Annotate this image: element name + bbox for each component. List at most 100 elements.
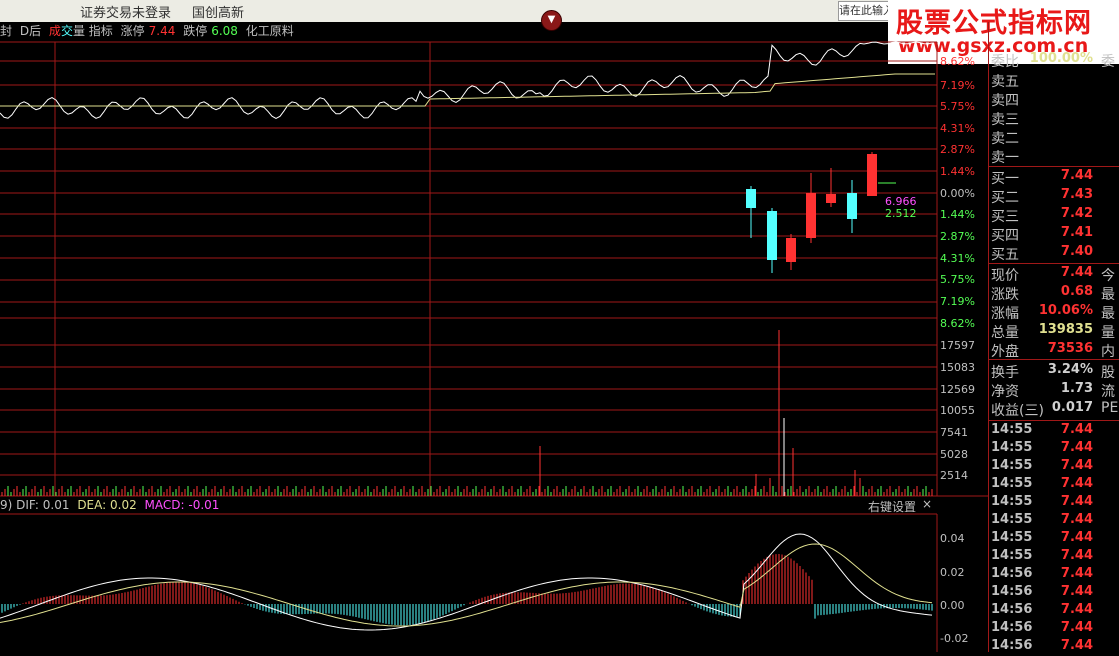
right-click-settings[interactable]: 右键设置 xyxy=(868,498,916,515)
tick-time: 14:55 xyxy=(991,422,1033,437)
buy-row[interactable]: 买一 7.44 xyxy=(989,168,1119,187)
sell-label: 卖二 xyxy=(991,131,1019,147)
buy-price: 7.44 xyxy=(1060,168,1093,183)
close-icon[interactable]: × xyxy=(922,497,932,511)
tick-price: 7.44 xyxy=(1060,458,1093,473)
tick-time: 14:55 xyxy=(991,548,1033,563)
candle-low-label: 2.512 xyxy=(885,207,917,220)
vol-axis-label: 17597 xyxy=(940,339,975,352)
sell-label: 卖三 xyxy=(991,112,1019,128)
tick-time: 14:56 xyxy=(991,602,1033,617)
vol-axis-label: 15083 xyxy=(940,361,975,374)
stat-label: 总量 xyxy=(991,325,1019,341)
sell-row[interactable]: 卖五 xyxy=(989,71,1119,90)
tick-time: 14:56 xyxy=(991,566,1033,581)
tick-price: 7.44 xyxy=(1060,422,1093,437)
macd-axis-label: 0.02 xyxy=(940,566,965,579)
vol-axis-label: 7541 xyxy=(940,426,968,439)
tick-price: 7.44 xyxy=(1060,548,1093,563)
macd-prefix: 9) xyxy=(0,498,13,512)
macd-legend: 9) DIF: 0.01 DEA: 0.02 MACD: -0.01 xyxy=(0,498,219,512)
stat-value: 10.06% xyxy=(1038,303,1093,318)
stat-label: 涨幅 xyxy=(991,306,1019,322)
pct-axis-label: 7.19% xyxy=(940,79,975,92)
tick-price: 7.44 xyxy=(1060,602,1093,617)
pct-axis-label: 1.44% xyxy=(940,208,975,221)
vol-axis-label: 5028 xyxy=(940,448,968,461)
stat-value: 73536 xyxy=(1047,341,1093,356)
stat-value: 1.73 xyxy=(1060,381,1093,396)
stat-value: 0.017 xyxy=(1051,400,1093,415)
buy-row[interactable]: 买四 7.41 xyxy=(989,225,1119,244)
tick-row[interactable]: 14:56 7.44 xyxy=(989,638,1119,656)
buy-label: 买三 xyxy=(991,209,1019,225)
tick-time: 14:55 xyxy=(991,440,1033,455)
stat-label: 净资 xyxy=(991,384,1019,400)
tick-row[interactable]: 14:55 7.44 xyxy=(989,440,1119,458)
tick-row[interactable]: 14:56 7.44 xyxy=(989,620,1119,638)
stat-end: 量 xyxy=(1101,325,1115,341)
buy-label: 买四 xyxy=(991,228,1019,244)
tick-row[interactable]: 14:55 7.44 xyxy=(989,530,1119,548)
stat-end: 今 xyxy=(1101,268,1115,284)
buy-row[interactable]: 买二 7.43 xyxy=(989,187,1119,206)
tick-row[interactable]: 14:56 7.44 xyxy=(989,584,1119,602)
tick-price: 7.44 xyxy=(1060,512,1093,527)
macd-axis-label: 0.04 xyxy=(940,532,965,545)
buy-label: 买五 xyxy=(991,247,1019,263)
divider xyxy=(988,166,1119,167)
candle-body xyxy=(867,154,877,196)
stat-value: 7.44 xyxy=(1060,265,1093,280)
tick-row[interactable]: 14:55 7.44 xyxy=(989,458,1119,476)
buy-row[interactable]: 买三 7.42 xyxy=(989,206,1119,225)
pct-axis-label: 0.00% xyxy=(940,187,975,200)
sell-label: 卖四 xyxy=(991,93,1019,109)
sell-row[interactable]: 卖二 xyxy=(989,128,1119,147)
weibi-value: 100.00% xyxy=(1029,51,1093,66)
weibi-label: 委比 xyxy=(991,54,1019,70)
buy-price: 7.41 xyxy=(1060,225,1093,240)
stat-value: 0.68 xyxy=(1060,284,1093,299)
pct-axis-label: 7.19% xyxy=(940,295,975,308)
pct-axis-label: 2.87% xyxy=(940,230,975,243)
candle-body xyxy=(847,193,857,219)
weibi-end: 委 xyxy=(1101,54,1115,70)
stat-row: 涨幅 10.06% 最 xyxy=(989,303,1119,322)
tick-time: 14:55 xyxy=(991,494,1033,509)
tick-row[interactable]: 14:56 7.44 xyxy=(989,602,1119,620)
buy-row[interactable]: 买五 7.40 xyxy=(989,244,1119,263)
pct-axis-label: 8.62% xyxy=(940,317,975,330)
stat-label: 外盘 xyxy=(991,344,1019,360)
stat-label: 涨跌 xyxy=(991,287,1019,303)
tick-time: 14:56 xyxy=(991,584,1033,599)
stat-value: 3.24% xyxy=(1047,362,1093,377)
sell-row[interactable]: 卖一 xyxy=(989,147,1119,166)
stat-row: 涨跌 0.68 最 xyxy=(989,284,1119,303)
stat-row: 现价 7.44 今 xyxy=(989,265,1119,284)
tick-row[interactable]: 14:55 7.44 xyxy=(989,422,1119,440)
vol-axis-label: 2514 xyxy=(940,469,968,482)
sell-row[interactable]: 卖四 xyxy=(989,90,1119,109)
macd-axis-label: 0.00 xyxy=(940,599,965,612)
chart-canvas[interactable] xyxy=(0,0,988,652)
stat-end: 股 xyxy=(1101,365,1115,381)
tick-price: 7.44 xyxy=(1060,476,1093,491)
pct-axis-label: 5.75% xyxy=(940,100,975,113)
pct-axis-label: 1.44% xyxy=(940,165,975,178)
stat-value: 139835 xyxy=(1038,322,1093,337)
macd-value: MACD: -0.01 xyxy=(144,498,220,512)
candle-body xyxy=(786,238,796,262)
pct-axis-label: 8.62% xyxy=(940,55,975,68)
stat-row: 换手 3.24% 股 xyxy=(989,362,1119,381)
tick-row[interactable]: 14:55 7.44 xyxy=(989,548,1119,566)
sell-row[interactable]: 卖三 xyxy=(989,109,1119,128)
tick-row[interactable]: 14:55 7.44 xyxy=(989,512,1119,530)
tick-row[interactable]: 14:55 7.44 xyxy=(989,476,1119,494)
tick-row[interactable]: 14:56 7.44 xyxy=(989,566,1119,584)
tick-row[interactable]: 14:55 7.44 xyxy=(989,494,1119,512)
stat-row: 外盘 73536 内 xyxy=(989,341,1119,360)
buy-price: 7.40 xyxy=(1060,244,1093,259)
divider xyxy=(988,420,1119,421)
tick-time: 14:55 xyxy=(991,476,1033,491)
tick-time: 14:55 xyxy=(991,512,1033,527)
